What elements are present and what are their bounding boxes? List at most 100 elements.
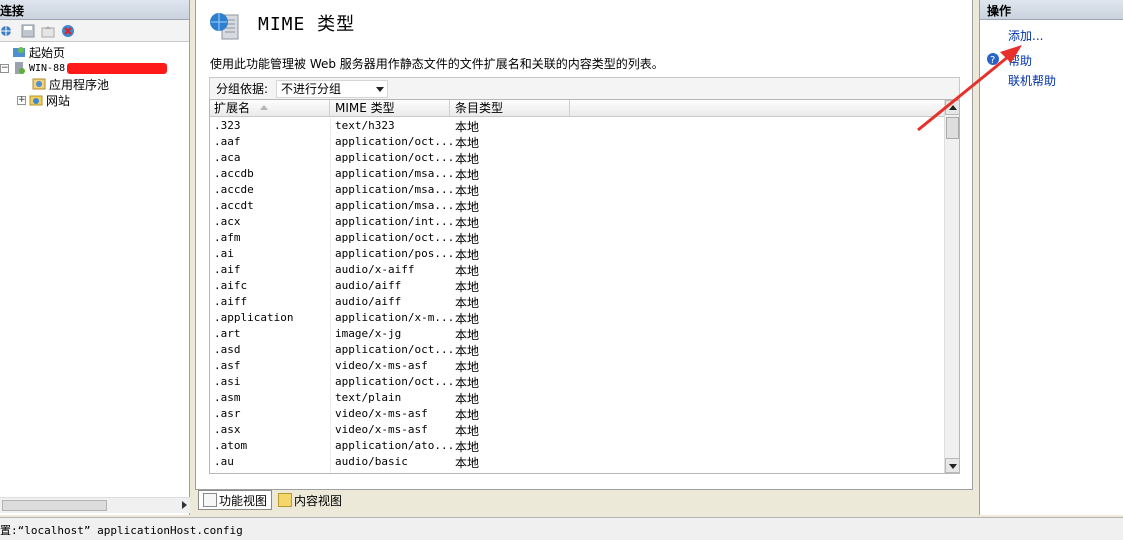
list-item[interactable]: .afm application/oct... 本地 [210, 230, 946, 246]
globe-connect-icon[interactable] [0, 23, 16, 39]
mime-type-cell: application/int... [335, 215, 455, 228]
tree-item-server[interactable]: − WIN-88 [0, 60, 168, 76]
disconnect-icon[interactable] [60, 23, 76, 39]
action-help[interactable]: 帮助 [1008, 52, 1032, 69]
list-item[interactable]: .asx video/x-ms-asf 本地 [210, 422, 946, 438]
list-header: 扩展名 MIME 类型 条目类型 [210, 100, 946, 117]
entry-type-cell: 本地 [455, 120, 480, 134]
actions-header: 操作 [980, 0, 1123, 20]
start-page-icon [12, 45, 26, 59]
connections-hscrollbar[interactable] [0, 497, 190, 513]
list-item[interactable]: .au audio/basic 本地 [210, 454, 946, 470]
entry-type-cell: 本地 [455, 376, 480, 390]
tree-item-label: 应用程序池 [49, 77, 110, 92]
features-view-icon [203, 493, 217, 507]
mime-type-cell: application/ato... [335, 439, 455, 452]
extension-cell: .aaf [214, 135, 241, 148]
list-item[interactable]: .aaf application/oct... 本地 [210, 134, 946, 150]
extension-cell: .asx [214, 423, 241, 436]
list-item[interactable]: .accdb application/msa... 本地 [210, 166, 946, 182]
mime-type-cell: text/h323 [335, 119, 395, 132]
list-item[interactable]: .asd application/oct... 本地 [210, 342, 946, 358]
collapse-icon[interactable]: − [0, 63, 9, 73]
column-header-entry-type[interactable]: 条目类型 [451, 100, 570, 117]
entry-type-cell: 本地 [455, 168, 480, 182]
scroll-right-icon[interactable] [182, 501, 187, 509]
mime-type-cell: application/oct... [335, 375, 455, 388]
list-item[interactable]: .acx application/int... 本地 [210, 214, 946, 230]
mime-type-cell: application/x-m... [335, 311, 455, 324]
list-item[interactable]: .asm text/plain 本地 [210, 390, 946, 406]
list-item[interactable]: .aca application/oct... 本地 [210, 150, 946, 166]
list-item[interactable]: .asr video/x-ms-asf 本地 [210, 406, 946, 422]
entry-type-cell: 本地 [455, 312, 480, 326]
list-item[interactable]: .aif audio/x-aiff 本地 [210, 262, 946, 278]
entry-type-cell: 本地 [455, 136, 480, 150]
actions-pane: 操作 添加... ? 帮助 联机帮助 [979, 0, 1123, 515]
extension-cell: .aca [214, 151, 241, 164]
list-item[interactable]: .asi application/oct... 本地 [210, 374, 946, 390]
list-item[interactable]: .323 text/h323 本地 [210, 118, 946, 134]
scroll-down-button[interactable] [945, 458, 959, 473]
entry-type-cell: 本地 [455, 440, 480, 454]
entry-type-cell: 本地 [455, 344, 480, 358]
extension-cell: .323 [214, 119, 241, 132]
save-icon[interactable] [20, 23, 36, 39]
action-online-help[interactable]: 联机帮助 [1008, 72, 1056, 89]
mime-type-cell: application/msa... [335, 183, 455, 196]
group-by-bar: 分组依据: 不进行分组 [209, 77, 960, 99]
column-header-mime-type[interactable]: MIME 类型 [331, 100, 450, 117]
entry-type-cell: 本地 [455, 280, 480, 294]
tab-features-view[interactable]: 功能视图 [198, 490, 273, 510]
list-vscrollbar[interactable] [944, 100, 959, 473]
app-pool-icon [32, 77, 46, 91]
mime-type-cell: application/pos... [335, 247, 455, 260]
scroll-up-button[interactable] [945, 100, 959, 115]
redaction-mark [67, 62, 168, 74]
entry-type-cell: 本地 [455, 152, 480, 166]
mime-type-cell: audio/basic [335, 455, 408, 468]
list-item[interactable]: .ai application/pos... 本地 [210, 246, 946, 262]
entry-type-cell: 本地 [455, 424, 480, 438]
list-item[interactable]: .asf video/x-ms-asf 本地 [210, 358, 946, 374]
extension-cell: .aiff [214, 295, 248, 308]
entry-type-cell: 本地 [455, 248, 480, 262]
extension-cell: .art [214, 327, 241, 340]
list-item[interactable]: .application application/x-m... 本地 [210, 310, 946, 326]
entry-type-cell: 本地 [455, 328, 480, 342]
extension-cell: .asf [214, 359, 241, 372]
mime-type-cell: audio/aiff [335, 295, 402, 308]
entry-type-cell: 本地 [455, 264, 480, 278]
expand-icon[interactable]: + [17, 95, 26, 105]
list-item[interactable]: .accde application/msa... 本地 [210, 182, 946, 198]
column-header-extension[interactable]: 扩展名 [210, 100, 330, 117]
list-item[interactable]: .aiff audio/aiff 本地 [210, 294, 946, 310]
tree-item-app-pools[interactable]: 应用程序池 [32, 76, 109, 92]
group-by-select[interactable]: 不进行分组 [276, 79, 389, 98]
scroll-thumb[interactable] [2, 500, 107, 511]
mime-types-icon [208, 9, 242, 46]
list-item[interactable]: .accdt application/msa... 本地 [210, 198, 946, 214]
list-item[interactable]: .aifc audio/aiff 本地 [210, 278, 946, 294]
list-item[interactable]: .art image/x-jg 本地 [210, 326, 946, 342]
extension-cell: .atom [214, 439, 248, 452]
scroll-thumb[interactable] [946, 117, 959, 139]
page-title: MIME 类型 [258, 14, 356, 35]
mime-type-cell: application/oct... [335, 343, 455, 356]
mime-type-cell: image/x-jg [335, 327, 402, 340]
mime-type-cell: video/x-ms-asf [335, 423, 428, 436]
tree-item-start-page[interactable]: 起始页 [12, 44, 65, 60]
extension-cell: .asd [214, 343, 241, 356]
tab-content-view[interactable]: 内容视图 [274, 490, 346, 510]
action-add[interactable]: 添加... [1008, 27, 1043, 44]
mime-list: 扩展名 MIME 类型 条目类型 .323 text/h323 本地 .aaf appl… [209, 99, 960, 474]
tree-item-sites[interactable]: + 网站 [17, 92, 70, 108]
view-tabs: 功能视图 内容视图 [198, 490, 346, 512]
list-item[interactable]: .atom application/ato... 本地 [210, 438, 946, 454]
extension-cell: .acx [214, 215, 241, 228]
extension-cell: .asr [214, 407, 241, 420]
feature-description: 使用此功能管理被 Web 服务器用作静态文件的文件扩展名和关联的内容类型的列表。 [210, 57, 664, 71]
up-folder-icon[interactable] [40, 23, 56, 39]
entry-type-cell: 本地 [455, 232, 480, 246]
mime-type-cell: application/oct... [335, 135, 455, 148]
